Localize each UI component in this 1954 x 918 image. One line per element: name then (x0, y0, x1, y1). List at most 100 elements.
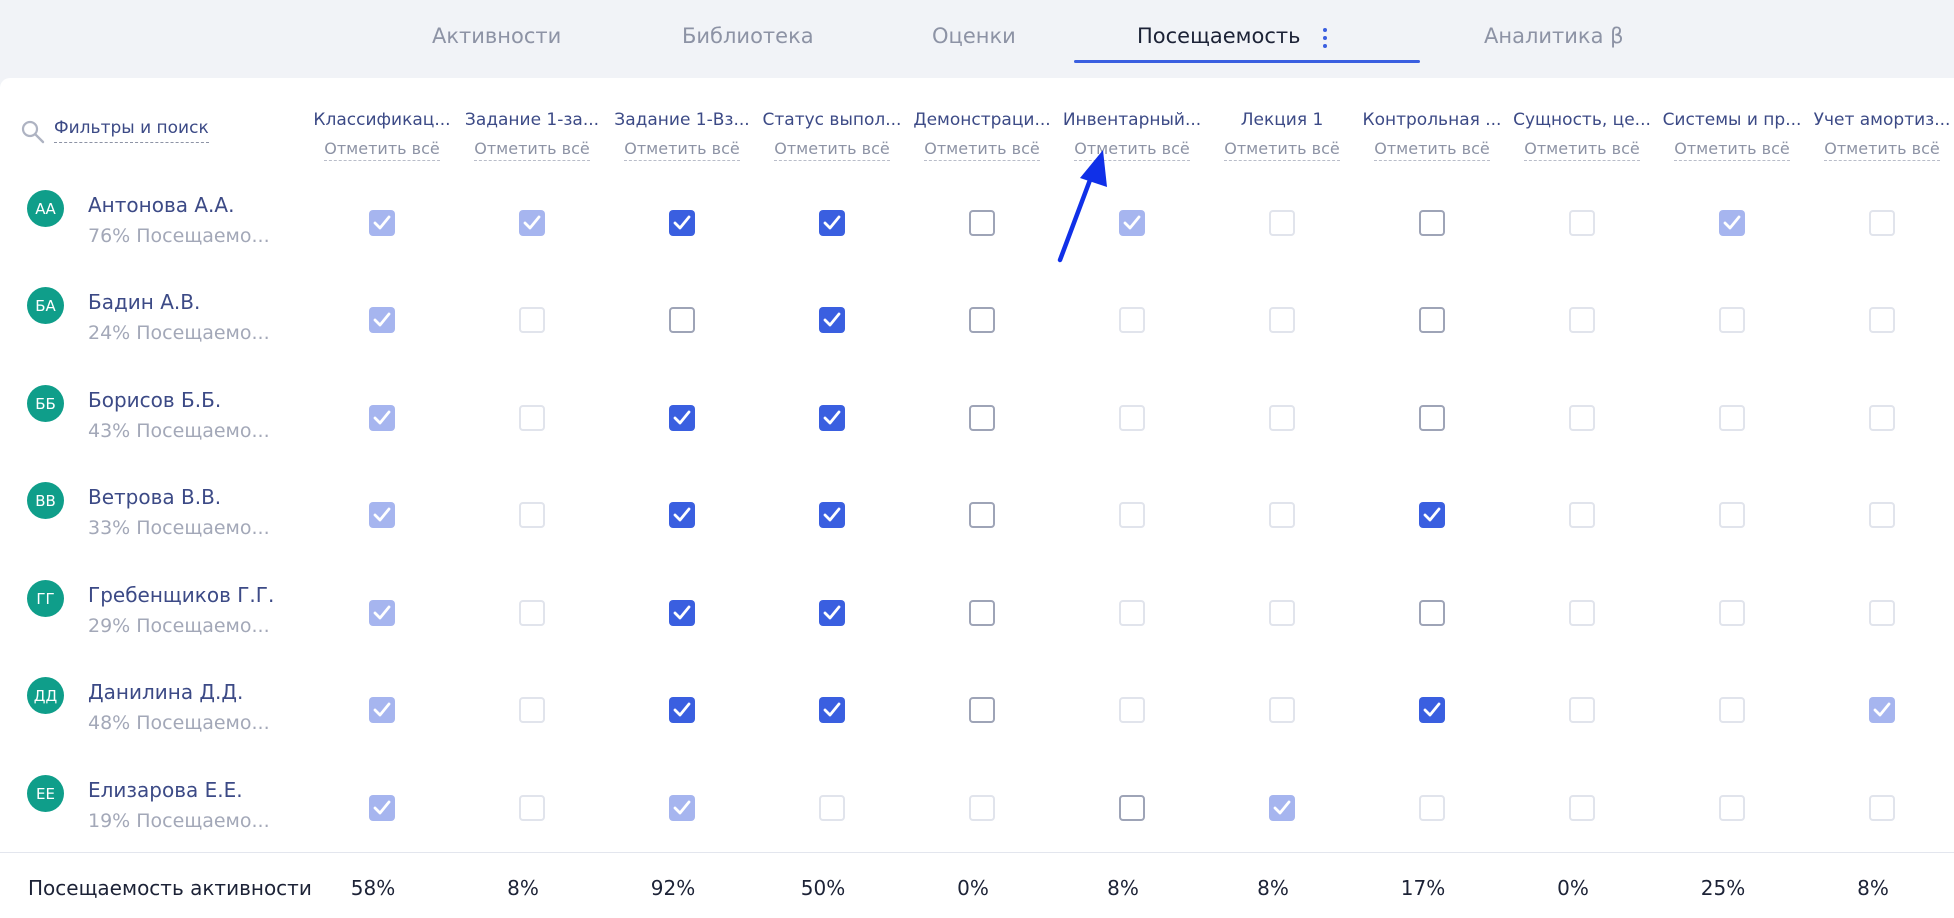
attendance-checkbox[interactable] (1419, 307, 1445, 333)
tab-attendance[interactable]: Посещаемость (1137, 24, 1301, 48)
attendance-checkbox[interactable] (969, 307, 995, 333)
attendance-checkbox[interactable] (1569, 307, 1595, 333)
attendance-checkbox[interactable] (519, 405, 545, 431)
attendance-checkbox[interactable] (369, 307, 395, 333)
attendance-checkbox[interactable] (369, 502, 395, 528)
tab-activities[interactable]: Активности (432, 24, 561, 48)
attendance-checkbox[interactable] (819, 795, 845, 821)
attendance-checkbox[interactable] (519, 697, 545, 723)
attendance-checkbox[interactable] (369, 697, 395, 723)
attendance-checkbox[interactable] (1419, 697, 1445, 723)
attendance-checkbox[interactable] (669, 210, 695, 236)
attendance-checkbox[interactable] (1419, 502, 1445, 528)
mark-all-link[interactable]: Отметить всё (1524, 139, 1640, 161)
attendance-checkbox[interactable] (819, 405, 845, 431)
attendance-checkbox[interactable] (669, 600, 695, 626)
student-name[interactable]: Елизарова Е.Е. (88, 778, 243, 802)
attendance-checkbox[interactable] (1719, 307, 1745, 333)
attendance-checkbox[interactable] (1269, 307, 1295, 333)
student-name[interactable]: Гребенщиков Г.Г. (88, 583, 274, 607)
attendance-checkbox[interactable] (1269, 697, 1295, 723)
tab-grades[interactable]: Оценки (932, 24, 1016, 48)
student-name[interactable]: Бадин А.В. (88, 290, 200, 314)
attendance-checkbox[interactable] (969, 502, 995, 528)
mark-all-link[interactable]: Отметить всё (474, 139, 590, 161)
attendance-checkbox[interactable] (519, 307, 545, 333)
attendance-checkbox[interactable] (1269, 600, 1295, 626)
attendance-checkbox[interactable] (1269, 502, 1295, 528)
column-title[interactable]: Учет амортиз... (1812, 110, 1952, 134)
mark-all-link[interactable]: Отметить всё (1674, 139, 1790, 161)
column-title[interactable]: Контрольная ... (1362, 110, 1502, 134)
column-title[interactable]: Задание 1-за... (462, 110, 602, 134)
column-title[interactable]: Демонстраци... (912, 110, 1052, 134)
student-name[interactable]: Антонова А.А. (88, 193, 234, 217)
attendance-checkbox[interactable] (1119, 795, 1145, 821)
student-name[interactable]: Данилина Д.Д. (88, 680, 243, 704)
attendance-checkbox[interactable] (1719, 502, 1745, 528)
column-title[interactable]: Системы и пр... (1662, 110, 1802, 134)
attendance-checkbox[interactable] (1869, 600, 1895, 626)
attendance-checkbox[interactable] (369, 210, 395, 236)
attendance-checkbox[interactable] (819, 502, 845, 528)
attendance-checkbox[interactable] (1419, 600, 1445, 626)
attendance-checkbox[interactable] (1569, 600, 1595, 626)
attendance-checkbox[interactable] (1119, 210, 1145, 236)
attendance-checkbox[interactable] (969, 405, 995, 431)
attendance-checkbox[interactable] (1869, 405, 1895, 431)
attendance-checkbox[interactable] (819, 210, 845, 236)
attendance-checkbox[interactable] (969, 210, 995, 236)
tab-library[interactable]: Библиотека (682, 24, 814, 48)
attendance-checkbox[interactable] (1869, 697, 1895, 723)
attendance-checkbox[interactable] (1869, 307, 1895, 333)
attendance-checkbox[interactable] (669, 405, 695, 431)
attendance-checkbox[interactable] (1119, 307, 1145, 333)
attendance-checkbox[interactable] (1719, 210, 1745, 236)
tab-analytics[interactable]: Аналитика β (1484, 24, 1624, 48)
attendance-checkbox[interactable] (1419, 795, 1445, 821)
column-title[interactable]: Задание 1-Вз... (612, 110, 752, 134)
attendance-checkbox[interactable] (1569, 697, 1595, 723)
attendance-checkbox[interactable] (1269, 405, 1295, 431)
attendance-checkbox[interactable] (669, 307, 695, 333)
attendance-checkbox[interactable] (669, 697, 695, 723)
attendance-checkbox[interactable] (369, 405, 395, 431)
attendance-checkbox[interactable] (1269, 210, 1295, 236)
attendance-checkbox[interactable] (1119, 600, 1145, 626)
mark-all-link[interactable]: Отметить всё (1224, 139, 1340, 161)
attendance-checkbox[interactable] (1119, 405, 1145, 431)
attendance-checkbox[interactable] (969, 795, 995, 821)
tab-menu-icon[interactable] (1322, 28, 1328, 48)
attendance-checkbox[interactable] (1119, 697, 1145, 723)
filters-search-label[interactable]: Фильтры и поиск (54, 118, 209, 143)
attendance-checkbox[interactable] (519, 502, 545, 528)
column-title[interactable]: Инвентарный... (1062, 110, 1202, 134)
attendance-checkbox[interactable] (369, 600, 395, 626)
attendance-checkbox[interactable] (969, 600, 995, 626)
column-title[interactable]: Лекция 1 (1212, 110, 1352, 134)
attendance-checkbox[interactable] (1719, 600, 1745, 626)
mark-all-link[interactable]: Отметить всё (1824, 139, 1940, 161)
attendance-checkbox[interactable] (1119, 502, 1145, 528)
attendance-checkbox[interactable] (1419, 405, 1445, 431)
column-title[interactable]: Сущность, це... (1512, 110, 1652, 134)
column-title[interactable]: Статус выпол... (762, 110, 902, 134)
attendance-checkbox[interactable] (1569, 405, 1595, 431)
mark-all-link[interactable]: Отметить всё (1374, 139, 1490, 161)
attendance-checkbox[interactable] (969, 697, 995, 723)
attendance-checkbox[interactable] (519, 795, 545, 821)
attendance-checkbox[interactable] (819, 600, 845, 626)
attendance-checkbox[interactable] (1269, 795, 1295, 821)
attendance-checkbox[interactable] (369, 795, 395, 821)
attendance-checkbox[interactable] (1719, 405, 1745, 431)
column-title[interactable]: Классификац... (312, 110, 452, 134)
attendance-checkbox[interactable] (1569, 210, 1595, 236)
attendance-checkbox[interactable] (519, 600, 545, 626)
attendance-checkbox[interactable] (1869, 210, 1895, 236)
mark-all-link[interactable]: Отметить всё (324, 139, 440, 161)
attendance-checkbox[interactable] (519, 210, 545, 236)
attendance-checkbox[interactable] (1719, 697, 1745, 723)
mark-all-link[interactable]: Отметить всё (624, 139, 740, 161)
attendance-checkbox[interactable] (1869, 795, 1895, 821)
student-name[interactable]: Ветрова В.В. (88, 485, 221, 509)
